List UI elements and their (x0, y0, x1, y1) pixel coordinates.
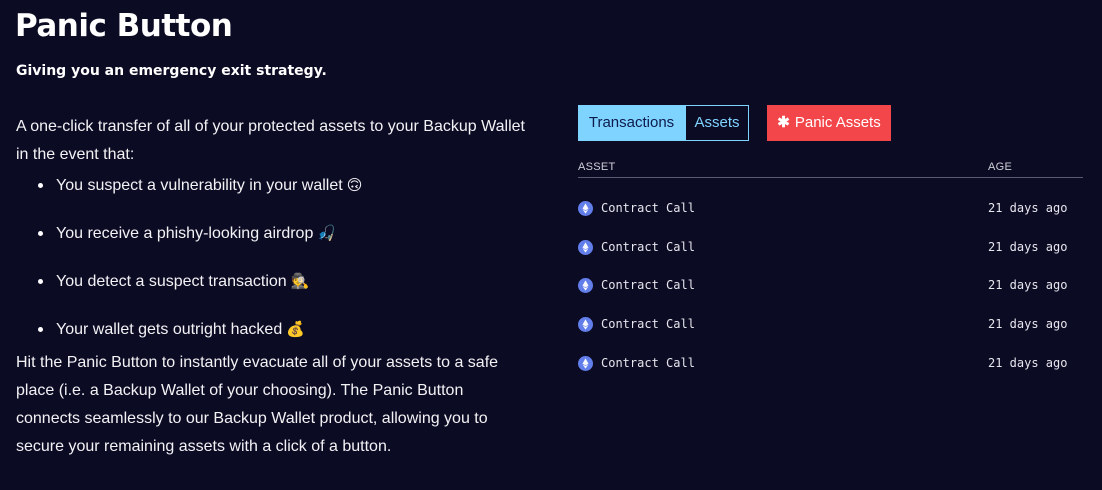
detective-icon: 🕵 (290, 272, 310, 290)
page-title: Panic Button (15, 8, 233, 44)
fishing-pole-icon: 🎣 (317, 224, 337, 242)
asset-age: 21 days ago (988, 239, 1068, 254)
list-item-text: You receive a phishy-looking airdrop (56, 225, 314, 242)
asset-age: 21 days ago (988, 201, 1068, 215)
list-item-text: You detect a suspect transaction (56, 273, 287, 290)
asset-name: Contract Call (601, 278, 695, 293)
column-header-age: AGE (988, 161, 1013, 173)
list-item: You receive a phishy-looking airdrop 🎣 (16, 221, 526, 245)
page-subtitle: Giving you an emergency exit strategy. (16, 63, 327, 79)
ethereum-icon (578, 278, 593, 294)
intro-paragraph: A one-click transfer of all of your prot… (16, 118, 525, 163)
asset-age: 21 days ago (988, 278, 1068, 293)
tab-transactions[interactable]: Transactions (578, 105, 685, 141)
ethereum-icon (578, 201, 593, 216)
upside-down-face-icon: 🙃 (346, 176, 363, 194)
table-row[interactable]: Contract Call 21 days ago (578, 308, 1083, 347)
description-section: A one-click transfer of all of your prot… (16, 113, 526, 461)
asset-name: Contract Call (601, 317, 695, 332)
panic-assets-button[interactable]: ✱ Panic Assets (767, 105, 891, 141)
outro-paragraph: Hit the Panic Button to instantly evacua… (16, 354, 499, 455)
money-bag-icon: 💰 (286, 320, 305, 338)
ethereum-icon (578, 317, 593, 333)
list-item-text: You suspect a vulnerability in your wall… (56, 177, 343, 194)
panic-button-page: Panic Button Giving you an emergency exi… (0, 0, 1102, 490)
panic-assets-label: Panic Assets (794, 114, 881, 131)
ethereum-icon (578, 239, 593, 255)
table-row[interactable]: Contract Call 21 days ago (578, 269, 1083, 308)
list-item: You suspect a vulnerability in your wall… (16, 173, 526, 197)
ethereum-icon (578, 355, 593, 371)
column-header-asset: ASSET (578, 161, 616, 173)
table-row[interactable]: Contract Call 21 days ago (578, 192, 1083, 231)
scenario-list: You suspect a vulnerability in your wall… (16, 173, 526, 341)
asset-name: Contract Call (601, 239, 695, 254)
list-item-text: Your wallet gets outright hacked (56, 321, 283, 338)
asset-name: Contract Call (601, 355, 695, 370)
transactions-table: ASSET AGE Contract Call 21 days ago Cont… (578, 159, 1083, 385)
table-header: ASSET AGE (578, 159, 1083, 178)
asterisk-icon: ✱ (777, 114, 790, 131)
table-row[interactable]: Contract Call 21 days ago (578, 231, 1083, 270)
table-body: Contract Call 21 days ago Contract Call … (578, 192, 1083, 385)
asset-age: 21 days ago (988, 317, 1068, 332)
asset-name: Contract Call (601, 201, 695, 215)
table-row[interactable]: Contract Call 21 days ago (578, 347, 1083, 386)
asset-age: 21 days ago (988, 355, 1068, 370)
tab-assets[interactable]: Assets (685, 105, 749, 141)
list-item: You detect a suspect transaction 🕵 (16, 269, 526, 293)
list-item: Your wallet gets outright hacked 💰 (16, 317, 526, 341)
